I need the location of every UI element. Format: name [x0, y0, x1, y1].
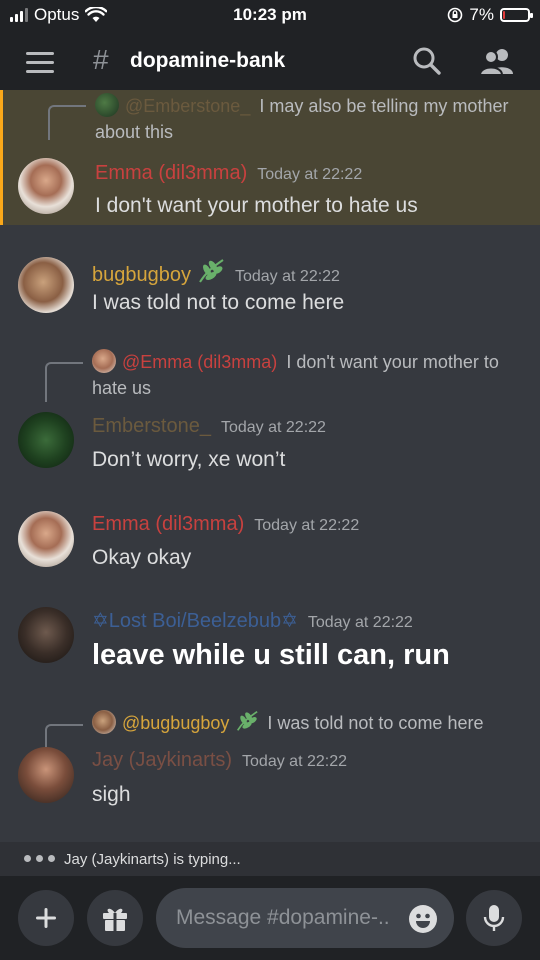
reply-mention[interactable]: @Emberstone_	[125, 96, 250, 116]
author-name[interactable]: Emma (dil3mma) Today at 22:22	[92, 513, 359, 536]
avatar[interactable]	[18, 511, 74, 567]
message-content: I was told not to come here	[92, 291, 345, 314]
avatar[interactable]	[18, 607, 74, 663]
emoji-icon[interactable]	[408, 904, 438, 934]
message-content: leave while u still can, run	[92, 639, 450, 671]
reply-preview[interactable]: @Emberstone_ I may also be telling my mo…	[95, 93, 526, 145]
typing-indicator: Jay (Jaykinarts) is typing...	[0, 842, 540, 876]
menu-icon[interactable]	[26, 52, 54, 73]
author-name[interactable]: bugbugboy Today at 22:22	[92, 258, 340, 287]
reply-mention[interactable]: @Emma (dil3mma)	[122, 352, 277, 372]
message-item[interactable]: Emma (dil3mma) Today at 22:22 Okay okay	[0, 505, 540, 575]
author-name[interactable]: ✡Lost Boi/Beelzebub✡ Today at 22:22	[92, 608, 413, 633]
battery-percent: 7%	[469, 5, 494, 24]
hash-icon: #	[93, 44, 109, 75]
plus-icon	[36, 908, 56, 928]
channel-header: # dopamine-bank	[0, 32, 540, 90]
reply-mention[interactable]: @bugbugboy	[122, 713, 229, 733]
reply-preview[interactable]: @bugbugboy I was told not to come here	[92, 710, 526, 736]
timestamp: Today at 22:22	[234, 268, 340, 285]
timestamp: Today at 22:22	[307, 614, 413, 631]
timestamp: Today at 22:22	[254, 517, 360, 534]
voice-button[interactable]	[466, 890, 522, 946]
author-name[interactable]: Emma (dil3mma) Today at 22:22	[95, 162, 362, 185]
gift-button[interactable]	[87, 890, 143, 946]
add-button[interactable]	[18, 890, 74, 946]
channel-title: dopamine-bank	[130, 49, 286, 72]
composer-bar: Message #dopamine-..	[0, 876, 540, 960]
message-content: sigh	[92, 783, 131, 806]
author-name[interactable]: Jay (Jaykinarts) Today at 22:22	[92, 749, 347, 772]
message-item[interactable]: ✡Lost Boi/Beelzebub✡ Today at 22:22 leave…	[0, 600, 540, 680]
microphone-icon	[483, 905, 505, 931]
reply-connector	[48, 105, 86, 140]
gift-icon	[103, 908, 127, 931]
status-right: 7%	[447, 5, 533, 25]
typing-dots-icon	[24, 855, 55, 862]
message-content: I don't want your mother to hate us	[95, 194, 418, 217]
message-list[interactable]: @Emberstone_ I may also be telling my mo…	[0, 90, 540, 842]
leaf-icon	[199, 259, 224, 283]
reply-avatar	[92, 710, 116, 734]
typing-text: Jay (Jaykinarts) is typing...	[64, 851, 241, 868]
reply-text: I was told not to come here	[267, 713, 484, 733]
avatar[interactable]	[18, 158, 74, 214]
leaf-icon	[237, 710, 258, 731]
reply-connector	[45, 362, 83, 402]
message-item[interactable]: @Emberstone_ I may also be telling my mo…	[0, 90, 540, 225]
message-input-placeholder: Message #dopamine-..	[176, 906, 390, 929]
search-icon[interactable]	[412, 46, 442, 76]
avatar[interactable]	[18, 412, 74, 468]
message-content: Okay okay	[92, 546, 192, 569]
timestamp: Today at 22:22	[257, 166, 363, 183]
author-name[interactable]: Emberstone_ Today at 22:22	[92, 415, 326, 438]
timestamp: Today at 22:22	[220, 419, 326, 436]
orientation-lock-icon	[448, 7, 463, 23]
members-icon[interactable]	[480, 46, 514, 76]
avatar[interactable]	[18, 747, 74, 803]
message-item[interactable]: bugbugboy Today at 22:22 I was told not …	[0, 250, 540, 320]
timestamp: Today at 22:22	[242, 753, 347, 770]
reply-avatar	[92, 349, 116, 373]
battery-icon	[500, 8, 533, 22]
message-item[interactable]: @Emma (dil3mma) I don't want your mother…	[0, 345, 540, 475]
avatar[interactable]	[18, 257, 74, 313]
message-content: Don’t worry, xe won’t	[92, 448, 286, 471]
reply-avatar	[95, 93, 119, 117]
message-item[interactable]: @bugbugboy I was told not to come here J…	[0, 707, 540, 837]
reply-preview[interactable]: @Emma (dil3mma) I don't want your mother…	[92, 349, 526, 401]
status-bar: Optus 10:23 pm 7%	[0, 0, 540, 32]
